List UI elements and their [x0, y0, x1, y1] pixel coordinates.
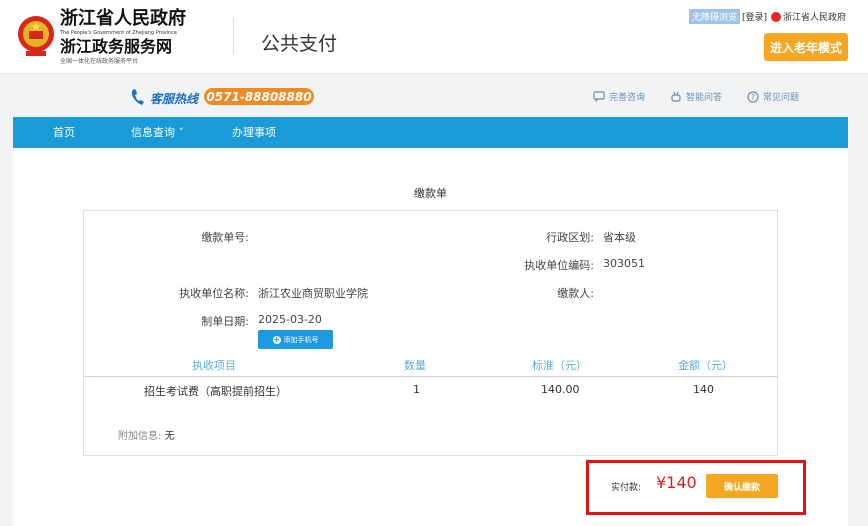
- logo-english: The People's Government of Zhejiang Prov…: [60, 30, 177, 36]
- row-amount: 140: [693, 383, 714, 396]
- extra-info: 附加信息: 无: [118, 427, 175, 442]
- col-header-standard: 标准（元）: [532, 359, 587, 372]
- region-value: 省本级: [603, 231, 636, 244]
- bill-no-label: 缴款单号:: [201, 231, 249, 244]
- unit-name-label: 执收单位名称:: [179, 287, 249, 300]
- unit-code-value: 303051: [603, 257, 645, 270]
- site-logo[interactable]: 浙江省人民政府 The People's Government of Zheji…: [60, 8, 210, 66]
- province-gov-link[interactable]: 浙江省人民政府: [783, 10, 846, 23]
- national-emblem-icon: [18, 16, 54, 56]
- plus-icon: +: [272, 334, 281, 344]
- confirm-payment-button[interactable]: 确认缴款: [706, 474, 778, 498]
- top-links: 无障碍浏览 [登录] 浙江省人民政府: [688, 9, 846, 24]
- accessible-browse-link[interactable]: 无障碍浏览: [688, 9, 740, 24]
- page-title: 公共支付: [261, 33, 338, 55]
- table-header-divider: [84, 376, 777, 377]
- site-header: 浙江省人民政府 The People's Government of Zheji…: [0, 0, 868, 74]
- bill-card: 缴款单号: 行政区划: 省本级 执收单位编码: 303051 执收单位名称: 浙…: [83, 210, 778, 456]
- consult-link-label: 完善咨询: [609, 93, 646, 103]
- nav-item-info-query[interactable]: 信息查询 ˅: [131, 117, 184, 148]
- col-header-amount: 金额（元）: [678, 359, 733, 372]
- phone-icon: [131, 89, 144, 105]
- main-nav: 首页 信息查询 ˅ 办理事项: [13, 117, 848, 148]
- row-qty: 1: [413, 383, 420, 396]
- elder-mode-button[interactable]: 进入老年模式: [764, 33, 848, 61]
- logo-title: 浙江省人民政府: [60, 8, 186, 29]
- hotline-bar: 客服热线 0571-88808880 完善咨询 智能问答 ? 常见问题: [0, 75, 868, 117]
- logo-tagline: 全国一体化在线政务服务平台: [60, 58, 139, 65]
- header-divider: [233, 18, 234, 54]
- question-icon: ?: [747, 90, 759, 103]
- payment-amount: ¥140: [656, 473, 697, 492]
- extra-info-label: 附加信息:: [118, 431, 162, 442]
- row-standard: 140.00: [541, 383, 580, 396]
- faq-link-label: 常见问题: [763, 93, 800, 103]
- smart-qa-link-label: 智能问答: [686, 93, 723, 103]
- hotline-number: 0571-88808880: [204, 88, 314, 105]
- hotline-label: 客服热线: [150, 92, 199, 106]
- bill-title: 缴款单: [414, 187, 447, 200]
- consult-link[interactable]: 完善咨询: [593, 90, 645, 103]
- svg-text:?: ?: [751, 93, 755, 102]
- province-emblem-icon: [770, 11, 781, 22]
- add-phone-label: 添加手机号: [283, 335, 319, 344]
- unit-name-value: 浙江农业商贸职业学院: [258, 287, 368, 300]
- smart-qa-link[interactable]: 智能问答: [670, 90, 722, 103]
- logo-subtitle: 浙江政务服务网: [60, 37, 173, 56]
- extra-info-value: 无: [164, 431, 175, 442]
- date-value: 2025-03-20: [258, 313, 322, 326]
- chat-icon: [593, 91, 605, 102]
- row-item: 招生考试费（高职提前招生）: [144, 385, 287, 398]
- nav-item-home[interactable]: 首页: [53, 117, 75, 148]
- payment-label: 实付款:: [611, 483, 642, 493]
- add-phone-button[interactable]: + 添加手机号: [258, 330, 333, 349]
- nav-item-services[interactable]: 办理事项: [232, 117, 276, 148]
- payer-label: 缴款人:: [557, 287, 594, 300]
- robot-icon: [671, 91, 681, 102]
- col-header-item: 执收项目: [192, 359, 236, 372]
- col-header-qty: 数量: [404, 359, 426, 372]
- date-label: 制单日期:: [201, 315, 249, 328]
- faq-link[interactable]: ? 常见问题: [747, 90, 799, 103]
- unit-code-label: 执收单位编码:: [524, 259, 594, 272]
- region-label: 行政区划:: [546, 231, 594, 244]
- login-link[interactable]: [登录]: [742, 10, 767, 23]
